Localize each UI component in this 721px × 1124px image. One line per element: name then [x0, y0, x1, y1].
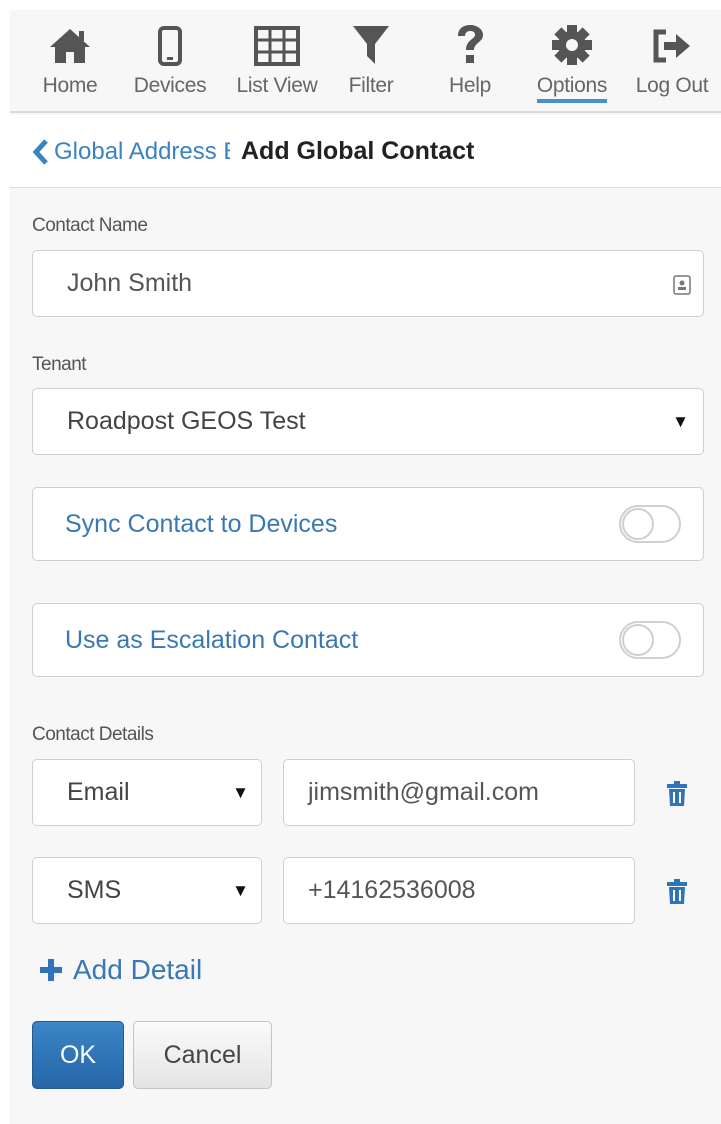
gear-icon — [551, 10, 593, 66]
sync-contact-toggle[interactable] — [619, 505, 681, 543]
table-icon — [254, 10, 300, 66]
caret-down-icon: ▼ — [672, 411, 689, 431]
sync-contact-row: Sync Contact to Devices — [32, 487, 704, 561]
toggle-knob — [622, 508, 654, 540]
add-detail-label: Add Detail — [73, 954, 203, 985]
phone-icon — [157, 10, 183, 66]
contact-name-input[interactable]: John Smith — [32, 250, 704, 317]
nav-label: Help — [449, 74, 491, 97]
contact-name-label: Contact Name — [32, 215, 148, 236]
question-icon — [454, 10, 486, 66]
detail-value-input[interactable]: +14162536008 — [283, 857, 635, 924]
ok-button[interactable]: OK — [32, 1021, 124, 1089]
caret-down-icon: ▼ — [232, 880, 249, 900]
page-header: Global Address Book Add Global Contact — [10, 115, 721, 188]
add-detail-button[interactable]: Add Detail — [39, 950, 202, 990]
detail-value-input[interactable]: jimsmith@gmail.com — [283, 759, 635, 826]
detail-value: jimsmith@gmail.com — [308, 778, 539, 806]
detail-type-select[interactable]: Email ▼ — [32, 759, 262, 826]
trash-icon[interactable] — [666, 781, 692, 809]
nav-label: Devices — [133, 74, 207, 97]
detail-type-value: Email — [67, 778, 130, 806]
caret-down-icon: ▼ — [232, 782, 249, 802]
contact-card-icon — [673, 273, 691, 302]
sync-contact-label: Sync Contact to Devices — [65, 509, 338, 538]
cancel-button[interactable]: Cancel — [133, 1021, 272, 1089]
app-container: Home Devices List View Filter Help Optio… — [10, 10, 721, 1124]
toggle-knob — [622, 624, 654, 656]
nav-devices[interactable]: Devices — [124, 10, 216, 113]
sign-out-icon — [650, 10, 694, 66]
top-navigation: Home Devices List View Filter Help Optio… — [10, 10, 721, 113]
nav-label: Filter — [348, 74, 394, 97]
tenant-label: Tenant — [32, 354, 87, 375]
nav-label: Log Out — [635, 74, 709, 97]
nav-label: Home — [42, 74, 98, 97]
nav-options[interactable]: Options — [526, 10, 618, 113]
contact-details-label: Contact Details — [32, 724, 154, 745]
nav-label: List View — [236, 74, 318, 97]
page-title: Add Global Contact — [241, 137, 475, 165]
escalation-contact-toggle[interactable] — [619, 621, 681, 659]
filter-icon — [351, 10, 391, 66]
tenant-value: Roadpost GEOS Test — [67, 407, 306, 435]
nav-home[interactable]: Home — [34, 10, 106, 113]
detail-type-select[interactable]: SMS ▼ — [32, 857, 262, 924]
back-link[interactable]: Global Address Book — [32, 115, 230, 188]
nav-filter[interactable]: Filter — [338, 10, 404, 113]
tenant-select[interactable]: Roadpost GEOS Test ▼ — [32, 388, 704, 455]
nav-help[interactable]: Help — [440, 10, 500, 113]
plus-icon — [39, 958, 63, 982]
contact-name-value: John Smith — [67, 269, 193, 297]
nav-label: Options — [536, 74, 607, 103]
nav-list-view[interactable]: List View — [226, 10, 328, 113]
escalation-contact-label: Use as Escalation Contact — [65, 625, 359, 654]
nav-log-out[interactable]: Log Out — [626, 10, 718, 113]
home-icon — [48, 10, 92, 66]
detail-type-value: SMS — [67, 876, 122, 904]
detail-value: +14162536008 — [308, 876, 476, 904]
trash-icon[interactable] — [666, 879, 692, 907]
back-link-label: Global Address Book — [54, 137, 230, 165]
chevron-left-icon — [32, 138, 50, 165]
escalation-contact-row: Use as Escalation Contact — [32, 603, 704, 677]
